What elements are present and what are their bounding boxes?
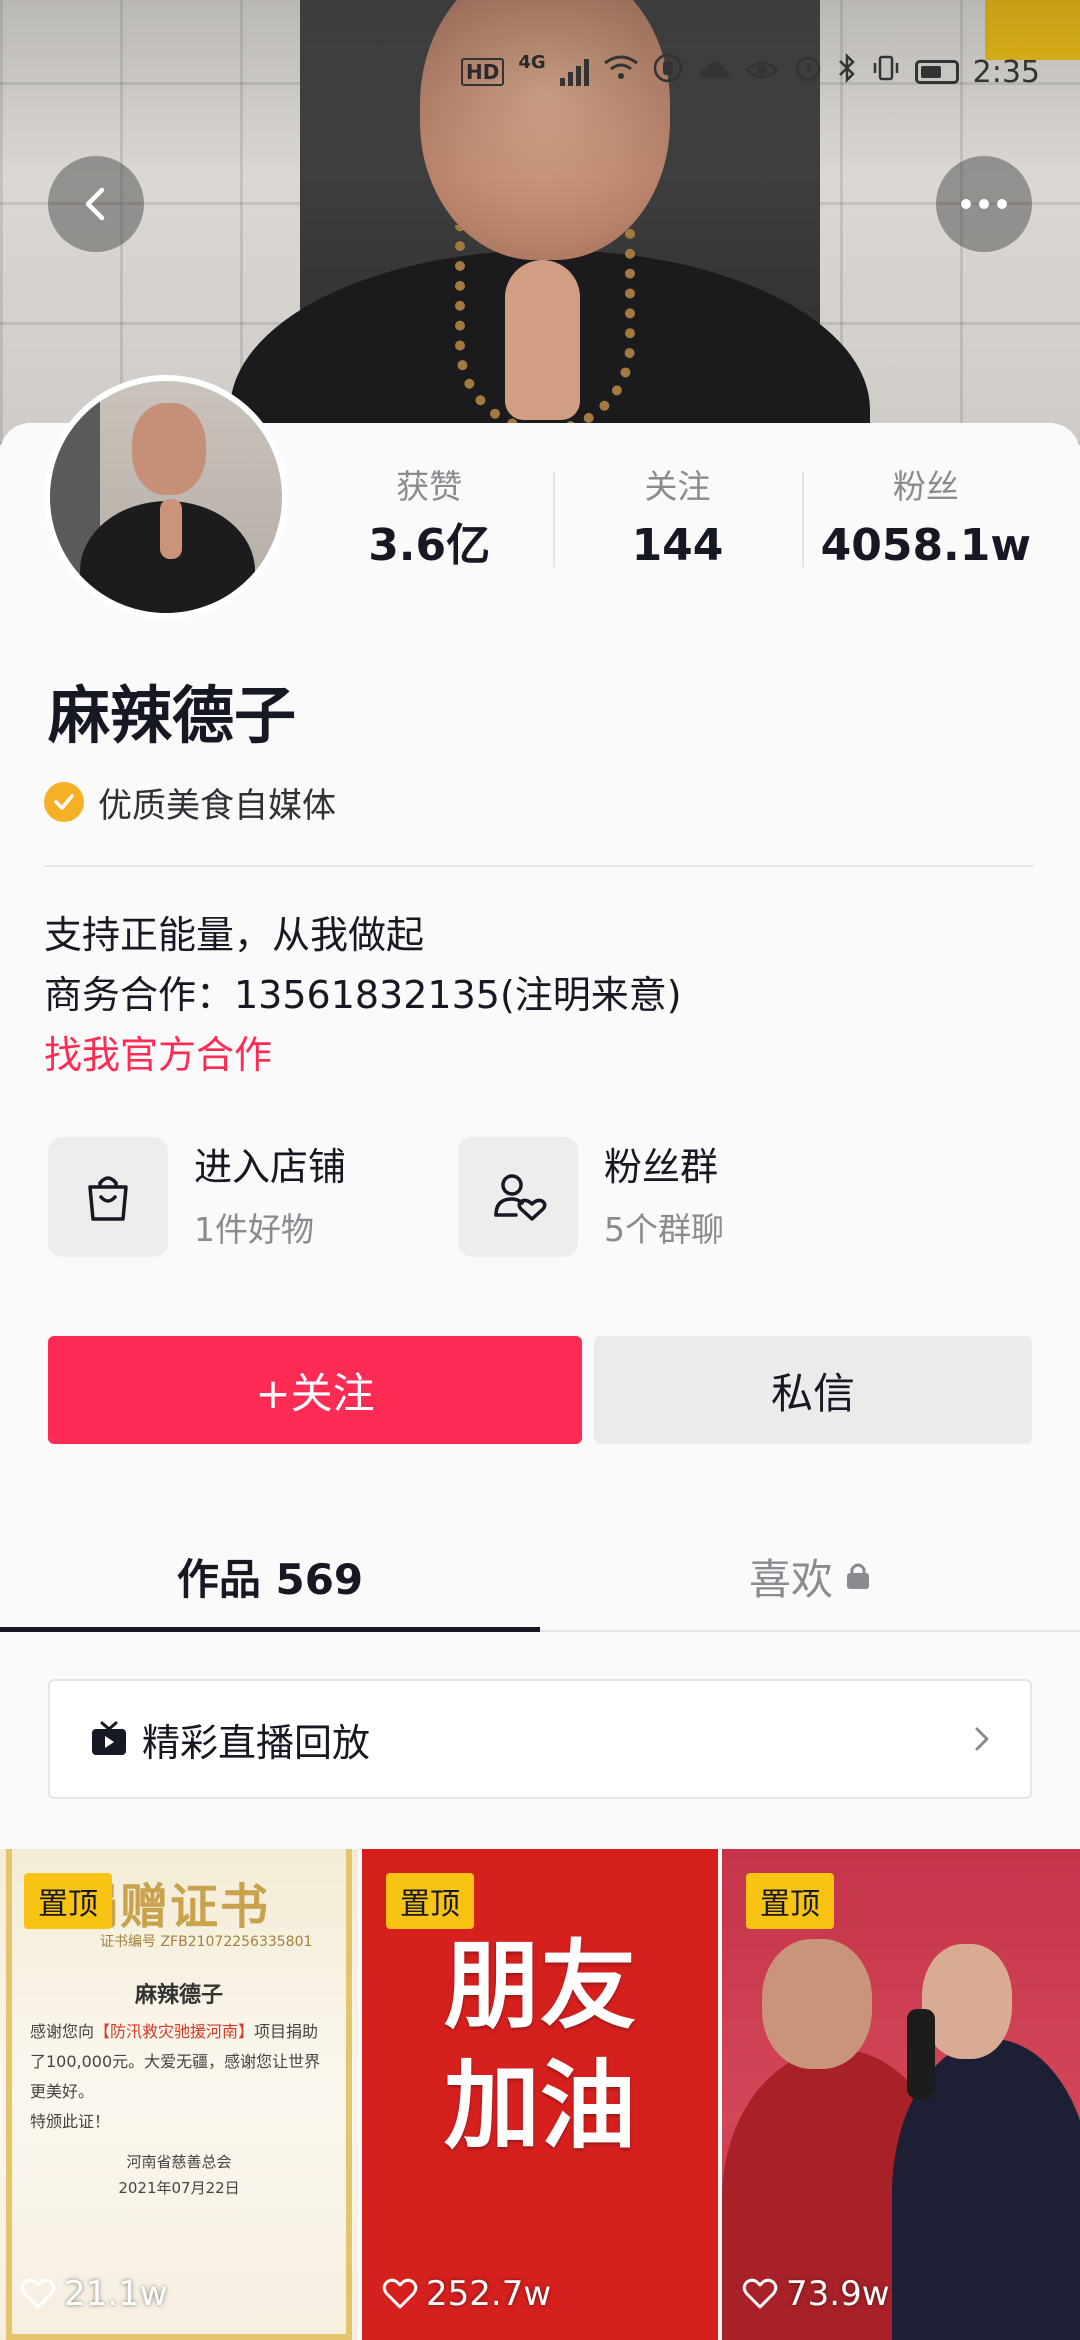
video-grid: 捐赠证书 证书编号 ZFB21072256335801 麻辣德子 感谢您向【防汛… [0,1849,1080,2340]
lock-icon [847,1563,869,1589]
official-cooperation-link[interactable]: 找我官方合作 [44,1025,682,1085]
stat-followers[interactable]: 粉丝 4058.1w [801,465,1050,575]
profile-name: 麻辣德子 [48,679,297,752]
bluetooth-icon [837,52,857,91]
chevron-left-icon [85,187,105,221]
back-button[interactable] [48,156,144,252]
stat-value: 144 [631,520,724,571]
tab-likes[interactable]: 喜欢 [540,1522,1080,1630]
video-thumbnail[interactable]: 朋友 加油 置顶 252.7w [362,1849,718,2340]
fan-group-subtitle: 5个群聊 [604,1210,724,1249]
bio-line: 支持正能量，从我做起 [44,913,425,957]
cert-name: 麻辣德子 [134,1983,223,2008]
stat-value: 3.6亿 [368,520,491,571]
heart-outline-icon [20,2278,56,2309]
verification-text: 优质美食自媒体 [98,785,336,826]
bio-line: 商务合作：13561832135(注明来意) [44,973,682,1017]
fan-group-title: 粉丝群 [604,1145,719,1189]
tab-works[interactable]: 作品 569 [0,1522,540,1632]
more-dots-icon [961,199,1007,209]
profile-stats: 获赞 3.6亿 关注 144 粉丝 4058.1w [305,465,1050,575]
battery-icon [914,60,959,84]
network-type: 4G [518,52,546,73]
stat-label: 获赞 [396,467,463,506]
cert-footer: 河南省慈善总会 2021年07月22日 [118,2153,240,2197]
pinned-badge: 置顶 [746,1873,834,1929]
alarm-icon [793,53,823,91]
hand-icon [653,53,683,91]
verified-check-icon [44,782,84,822]
group-heart-icon [458,1137,578,1257]
video-likes: 21.1w [20,2274,168,2314]
video-thumbnail[interactable]: 置顶 73.9w [722,1849,1080,2340]
cert-number: 证书编号 ZFB21072256335801 [100,1934,313,1950]
video-likes: 252.7w [382,2274,551,2314]
heart-outline-icon [742,2278,778,2309]
status-time: 2:35 [972,54,1040,90]
content-tabs: 作品 569 喜欢 [0,1522,1080,1632]
stat-value: 4058.1w [820,520,1032,571]
signal-icon [559,58,589,86]
live-replay-bar[interactable]: 精彩直播回放 [48,1679,1032,1799]
message-button[interactable]: 私信 [594,1336,1032,1444]
video-likes: 73.9w [742,2274,890,2314]
video-thumbnail[interactable]: 捐赠证书 证书编号 ZFB21072256335801 麻辣德子 感谢您向【防汛… [0,1849,358,2340]
stat-label: 关注 [644,467,711,506]
cloud-icon [697,55,731,90]
profile-entries: 进入店铺 1件好物 粉丝群 5个群聊 [48,1137,1038,1257]
stat-following[interactable]: 关注 144 [553,465,801,575]
shopping-bag-icon [48,1137,168,1257]
status-bar: HD 4G 2:35 [460,52,1040,92]
verification-badge: 优质美食自媒体 [44,780,336,826]
tab-works-label: 作品 569 [176,1554,364,1604]
shop-entry-subtitle: 1件好物 [194,1210,314,1249]
cert-body: 感谢您向【防汛救灾驰援河南】项目捐助了100,000元。大爱无疆，感谢您让世界更… [30,2022,321,2131]
tab-likes-label: 喜欢 [748,1554,833,1604]
pinned-badge: 置顶 [386,1873,474,1929]
shop-entry[interactable]: 进入店铺 1件好物 [48,1137,346,1257]
heart-outline-icon [382,2278,418,2309]
live-tv-icon [92,1721,126,1755]
fan-group-entry[interactable]: 粉丝群 5个群聊 [458,1137,724,1257]
stat-label: 粉丝 [892,467,959,506]
wifi-icon [603,54,639,90]
chevron-right-icon [975,1727,989,1751]
divider [44,865,1034,867]
more-button[interactable] [936,156,1032,252]
live-replay-label: 精彩直播回放 [142,1720,371,1765]
thumbnail-text: 朋友 [444,1930,636,2042]
stat-likes: 获赞 3.6亿 [305,465,553,575]
thumbnail-text: 加油 [444,2050,636,2162]
avatar[interactable] [44,375,288,619]
profile-bio: 支持正能量，从我做起 商务合作：13561832135(注明来意) 找我官方合作 [44,905,682,1085]
vibrate-icon [871,53,901,91]
hd-indicator: HD [460,58,505,86]
pinned-badge: 置顶 [24,1873,112,1929]
eye-icon [744,55,779,90]
shop-entry-title: 进入店铺 [194,1145,347,1189]
follow-button[interactable]: +关注 [48,1336,582,1444]
